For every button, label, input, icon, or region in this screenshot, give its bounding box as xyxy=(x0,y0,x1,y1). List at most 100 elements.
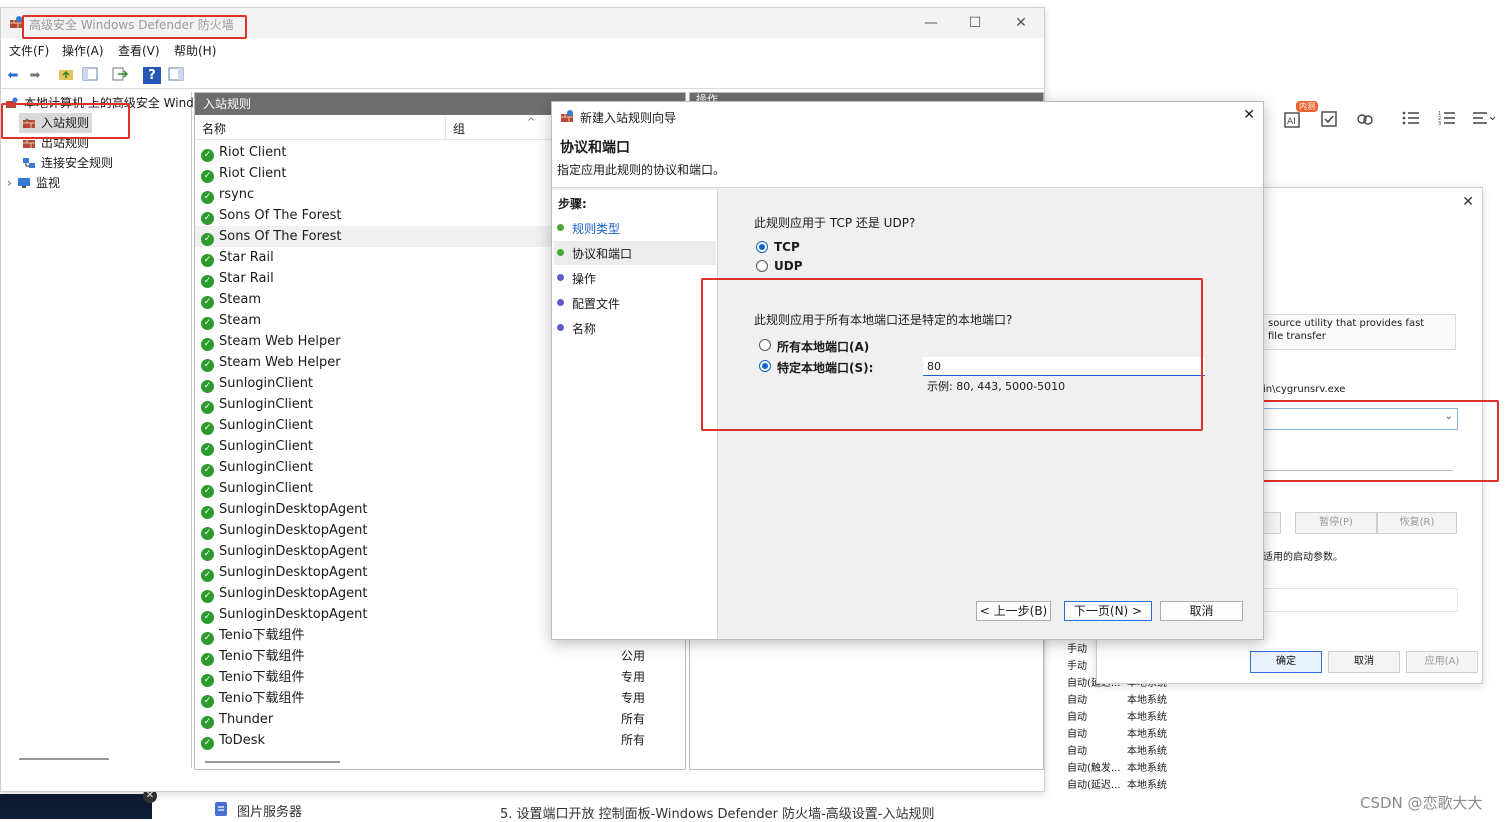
menu-help[interactable]: 帮助(H) xyxy=(174,42,216,59)
udp-label[interactable]: UDP xyxy=(774,259,803,273)
show-action-pane-icon[interactable] xyxy=(167,67,185,84)
column-divider[interactable] xyxy=(445,117,446,139)
enabled-check-icon: ✓ xyxy=(201,590,214,603)
table-row[interactable]: ✓ Steam xyxy=(201,289,261,310)
table-row[interactable]: ✓ SunloginClient xyxy=(201,415,313,436)
table-row[interactable]: ✓ SunloginDesktopAgent xyxy=(201,499,368,520)
rule-name: Riot Client xyxy=(219,166,287,181)
step-profile[interactable]: 配置文件 xyxy=(557,295,620,312)
export-icon[interactable] xyxy=(111,67,129,84)
menu-view[interactable]: 查看(V) xyxy=(118,42,160,59)
apply-button[interactable]: 应用(A) xyxy=(1406,651,1478,673)
step-complete-icon xyxy=(557,224,564,231)
table-row[interactable]: ✓ Tenio下载组件 xyxy=(201,646,305,667)
tree-item-monitoring[interactable]: › 监视 xyxy=(7,173,60,193)
close-icon[interactable]: ✕ xyxy=(1001,12,1041,34)
description-line: source utility that provides fast xyxy=(1268,318,1425,329)
step-action[interactable]: 操作 xyxy=(557,270,596,287)
enabled-check-icon: ✓ xyxy=(201,611,214,624)
wizard-title: 新建入站规则向导 xyxy=(580,111,677,125)
sort-up-icon: ^ xyxy=(527,117,536,128)
table-row[interactable]: ✓ SunloginClient xyxy=(201,373,313,394)
maximize-icon[interactable]: ☐ xyxy=(955,12,995,34)
checkbox-icon[interactable] xyxy=(1318,110,1340,132)
table-row[interactable]: ✓ Tenio下载组件 xyxy=(201,625,305,646)
table-row[interactable]: ✓ Riot Client xyxy=(201,163,286,184)
table-row[interactable]: ✓ SunloginClient xyxy=(201,436,313,457)
connection-security-icon xyxy=(23,158,35,168)
tcp-label[interactable]: TCP xyxy=(774,240,800,254)
image-server-link[interactable]: 图片服务器 xyxy=(237,801,302,820)
rule-name: Tenio下载组件 xyxy=(219,670,305,685)
table-row[interactable]: ✓ rsync xyxy=(201,184,254,205)
cancel-button[interactable]: 取消 xyxy=(1160,601,1243,621)
column-name-header[interactable]: 名称 xyxy=(202,120,226,137)
caption-text: 5. 设置端口开放 控制面板-Windows Defender 防火墙-高级设置… xyxy=(500,807,935,822)
table-row[interactable]: ✓ Steam Web Helper xyxy=(201,331,341,352)
pause-button[interactable]: 暂停(P) xyxy=(1295,512,1377,534)
forward-arrow-icon[interactable]: ➡ xyxy=(26,67,44,84)
table-row[interactable]: ✓ Steam Web Helper xyxy=(201,352,341,373)
enabled-check-icon: ✓ xyxy=(201,317,214,330)
table-row[interactable]: ✓ SunloginClient xyxy=(201,478,313,499)
help-icon[interactable]: ? xyxy=(143,67,161,84)
link-icon[interactable] xyxy=(1354,110,1376,132)
table-row[interactable]: ✓ Sons Of The Forest xyxy=(201,205,342,226)
table-row[interactable]: ✓ Thunder xyxy=(201,709,273,730)
up-folder-icon[interactable] xyxy=(57,67,75,84)
table-row[interactable]: ✓ SunloginDesktopAgent xyxy=(201,541,368,562)
close-icon[interactable]: ✕ xyxy=(1243,107,1255,123)
back-arrow-icon[interactable]: ⬅ xyxy=(4,67,22,84)
step-current-icon xyxy=(557,249,564,256)
table-row[interactable]: ✓ Steam xyxy=(201,310,261,331)
step-protocol-ports[interactable]: 协议和端口 xyxy=(557,245,633,262)
ok-button[interactable]: 确定 xyxy=(1250,651,1322,673)
align-icon[interactable] xyxy=(1472,110,1496,132)
table-row[interactable]: ✓ ToDesk xyxy=(201,730,265,751)
table-row[interactable]: ✓ SunloginDesktopAgent xyxy=(201,520,368,541)
menu-action[interactable]: 操作(A) xyxy=(62,42,104,59)
enabled-check-icon: ✓ xyxy=(201,296,214,309)
step-pending-icon xyxy=(557,324,564,331)
tree-item-connection-security-rules[interactable]: 连接安全规则 xyxy=(22,153,113,173)
table-row[interactable]: ✓ SunloginClient xyxy=(201,394,313,415)
page-title: 协议和端口 xyxy=(560,140,630,156)
enabled-check-icon: ✓ xyxy=(201,338,214,351)
chevron-right-icon[interactable]: › xyxy=(7,173,17,193)
back-button[interactable]: < 上一步(B) xyxy=(976,601,1051,621)
enabled-check-icon: ✓ xyxy=(201,674,214,687)
show-hide-tree-icon[interactable] xyxy=(81,67,99,84)
stop-button[interactable] xyxy=(1263,512,1281,534)
start-params-input[interactable] xyxy=(1263,588,1458,612)
step-rule-type[interactable]: 规则类型 xyxy=(557,220,620,237)
rule-name: SunloginClient xyxy=(219,376,314,391)
udp-radio[interactable] xyxy=(756,260,768,272)
table-row[interactable]: ✓ SunloginDesktopAgent xyxy=(201,562,368,583)
service-startup-type: 自动 xyxy=(1067,695,1087,706)
table-row[interactable]: ✓ Star Rail xyxy=(201,247,274,268)
step-label: 协议和端口 xyxy=(572,247,633,261)
table-row[interactable]: ✓ Tenio下载组件 xyxy=(201,688,305,709)
scrollbar[interactable] xyxy=(19,758,109,760)
table-row[interactable]: ✓ Star Rail xyxy=(201,268,274,289)
table-row[interactable]: ✓ SunloginDesktopAgent xyxy=(201,583,368,604)
resume-button[interactable]: 恢复(R) xyxy=(1377,512,1457,534)
table-row[interactable]: ✓ Riot Client xyxy=(201,142,286,163)
rule-name: SunloginClient xyxy=(219,397,314,412)
table-row[interactable]: ✓ SunloginDesktopAgent xyxy=(201,604,368,625)
cancel-button[interactable]: 取消 xyxy=(1328,651,1400,673)
minimize-icon[interactable]: — xyxy=(911,12,951,34)
ai-icon[interactable]: AI xyxy=(1282,110,1304,132)
table-row[interactable]: ✓ Tenio下载组件 xyxy=(201,667,305,688)
numbered-list-icon[interactable]: 123 xyxy=(1436,110,1458,132)
next-button[interactable]: 下一页(N) > xyxy=(1064,601,1152,621)
close-icon[interactable]: ✕ xyxy=(1462,194,1474,210)
navigation-tree: 本地计算机 上的高级安全 Windows 入站规则 出站规则 连接安全规则 › 监… xyxy=(1,92,217,768)
table-row[interactable]: ✓ SunloginClient xyxy=(201,457,313,478)
column-group-header[interactable]: 组 xyxy=(453,120,465,137)
menu-file[interactable]: 文件(F) xyxy=(9,42,49,59)
step-name[interactable]: 名称 xyxy=(557,320,596,337)
scrollbar[interactable] xyxy=(205,761,340,763)
tcp-radio[interactable] xyxy=(756,241,768,253)
bullet-list-icon[interactable] xyxy=(1400,110,1422,132)
